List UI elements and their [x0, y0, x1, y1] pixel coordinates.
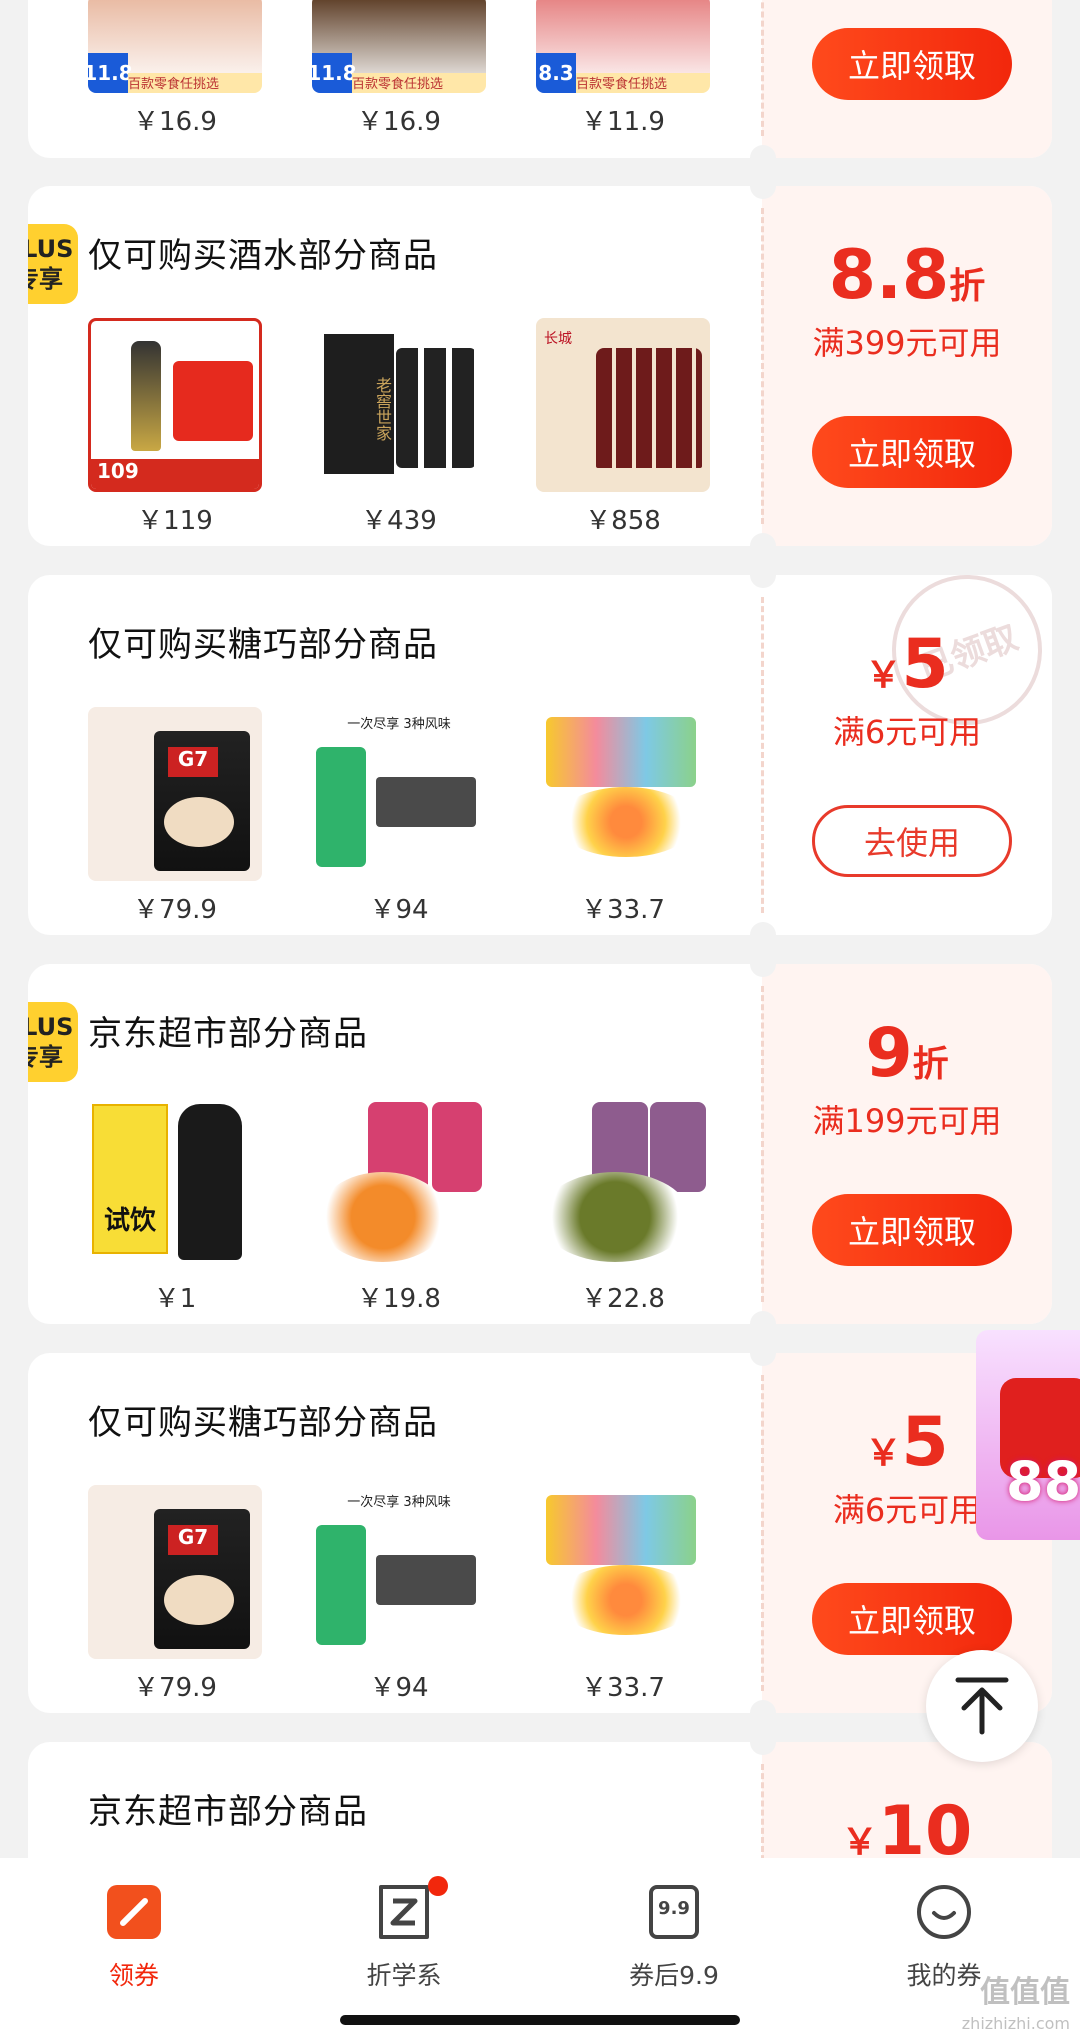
product-price: ￥22.8	[581, 1284, 665, 1314]
coupon-condition: 满399元可用	[812, 324, 1002, 362]
use-button[interactable]: 去使用	[812, 805, 1012, 877]
plus-badge: PLUS专享	[28, 1002, 78, 1082]
z-icon	[374, 1876, 448, 1942]
product-list: G7 ￥79.9 一次尽享 3种风味 ￥94 ￥33.7	[88, 707, 710, 926]
product-image: 长城	[536, 318, 710, 492]
product-item[interactable]: G7 ￥79.9	[88, 707, 262, 926]
product-price: ￥33.7	[581, 895, 665, 925]
product-price: ￥439	[361, 506, 437, 536]
coupon-condition: 满199元可用	[812, 1102, 1002, 1140]
watermark-url: zhizhizhi.com	[961, 2014, 1070, 2033]
smile-icon	[914, 1882, 974, 1942]
product-item[interactable]: 109 ￥119	[88, 318, 262, 537]
coupon-title: 京东超市部分商品	[88, 1792, 368, 1832]
coupon-card: 仅可购买糖巧部分商品 G7 ￥79.9 一次尽享 3种风味 ￥94 ￥33.7	[28, 1353, 1052, 1713]
product-price: ￥119	[137, 506, 213, 536]
product-image	[536, 1485, 710, 1659]
home-indicator[interactable]	[340, 2015, 740, 2025]
product-price: ￥11.9	[581, 107, 665, 137]
ticket-icon: 9.9	[644, 1882, 704, 1942]
product-item[interactable]: 11.8 百款零食任挑选 ￥16.9	[312, 0, 486, 138]
product-price: ￥94	[369, 1673, 429, 1703]
product-item[interactable]: ￥33.7	[536, 1485, 710, 1704]
claim-button[interactable]: 立即领取	[812, 1583, 1012, 1655]
product-price: ￥94	[369, 895, 429, 925]
coupon-icon	[104, 1882, 164, 1942]
coupon-title: 京东超市部分商品	[88, 1014, 368, 1054]
coupon-condition: 满6元可用	[832, 713, 982, 751]
tab-zhexuexi[interactable]: 折学系	[314, 1876, 494, 1992]
product-item[interactable]: ￥22.8	[536, 1096, 710, 1315]
product-price: ￥79.9	[133, 1673, 217, 1703]
discount-amount: 9折	[865, 1014, 949, 1093]
notification-dot	[428, 1876, 448, 1896]
product-image: 试饮	[88, 1096, 262, 1270]
back-to-top-button[interactable]	[926, 1650, 1038, 1762]
claim-button[interactable]: 立即领取	[812, 1194, 1012, 1266]
product-list: 11.8 百款零食任挑选 ￥16.9 11.8 百款零食任挑选 ￥16.9 8.…	[88, 0, 710, 138]
product-price: ￥16.9	[133, 107, 217, 137]
product-item[interactable]: 老窖世家 ￥439	[312, 318, 486, 537]
product-list: 109 ￥119 老窖世家 ￥439 长城 ￥858	[88, 318, 710, 537]
tab-after-coupon-99[interactable]: 9.9 券后9.9	[584, 1882, 764, 1992]
product-image	[536, 707, 710, 881]
coupon-title: 仅可购买糖巧部分商品	[88, 625, 438, 665]
coupon-card: 11.8 百款零食任挑选 ￥16.9 11.8 百款零食任挑选 ￥16.9 8.…	[28, 0, 1052, 158]
product-item[interactable]: ￥19.8	[312, 1096, 486, 1315]
bottom-tab-bar: 领券 折学系 9.9 券后9.9 我的券 值值值 zhizhizhi.com	[0, 1858, 1080, 2041]
arrow-up-icon	[955, 1677, 1009, 1735]
product-price: ￥16.9	[357, 107, 441, 137]
claim-button[interactable]: 立即领取	[812, 416, 1012, 488]
product-price: ￥19.8	[357, 1284, 441, 1314]
product-item[interactable]: G7 ￥79.9	[88, 1485, 262, 1704]
tab-coupons[interactable]: 领券	[44, 1882, 224, 1992]
floating-promo-ad[interactable]: 88	[976, 1330, 1080, 1540]
product-price: ￥858	[585, 506, 661, 536]
watermark: 值值值	[980, 1975, 1070, 2010]
product-item[interactable]: 一次尽享 3种风味 ￥94	[312, 1485, 486, 1704]
product-image: 老窖世家	[312, 318, 486, 492]
claim-button[interactable]: 立即领取	[812, 28, 1012, 100]
product-image	[536, 1096, 710, 1270]
discount-amount: ￥5	[865, 625, 949, 704]
product-price: ￥79.9	[133, 895, 217, 925]
discount-amount: 8.8折	[828, 236, 986, 315]
coupon-card: 仅可购买酒水部分商品 109 ￥119 老窖世家 ￥439 长城 ￥858 PL…	[28, 186, 1052, 546]
plus-badge: PLUS专享	[28, 224, 78, 304]
product-list: G7 ￥79.9 一次尽享 3种风味 ￥94 ￥33.7	[88, 1485, 710, 1704]
product-image: G7	[88, 707, 262, 881]
product-item[interactable]: 8.3 百款零食任挑选 ￥11.9	[536, 0, 710, 138]
product-image	[312, 1096, 486, 1270]
coupon-title: 仅可购买糖巧部分商品	[88, 1403, 438, 1443]
product-image: 8.3 百款零食任挑选	[536, 0, 710, 93]
product-image: 109	[88, 318, 262, 492]
coupon-card: 京东超市部分商品 试饮 ￥1 ￥19.8 ￥22.8 LUS 享 9折 满199…	[28, 964, 1052, 1324]
product-item[interactable]: 一次尽享 3种风味 ￥94	[312, 707, 486, 926]
product-item[interactable]: 长城 ￥858	[536, 318, 710, 537]
product-image: 11.8 百款零食任挑选	[88, 0, 262, 93]
product-image: G7	[88, 1485, 262, 1659]
product-price: ￥1	[153, 1284, 197, 1314]
product-item[interactable]: 11.8 百款零食任挑选 ￥16.9	[88, 0, 262, 138]
product-item[interactable]: 试饮 ￥1	[88, 1096, 262, 1315]
product-price: ￥33.7	[581, 1673, 665, 1703]
product-image: 一次尽享 3种风味	[312, 1485, 486, 1659]
coupon-card: 已领取 仅可购买糖巧部分商品 G7 ￥79.9 一次尽享 3种风味 ￥94 ￥3	[28, 575, 1052, 935]
product-image: 11.8 百款零食任挑选	[312, 0, 486, 93]
product-image: 一次尽享 3种风味	[312, 707, 486, 881]
product-list: 试饮 ￥1 ￥19.8 ￥22.8	[88, 1096, 710, 1315]
coupon-title: 仅可购买酒水部分商品	[88, 236, 438, 276]
product-item[interactable]: ￥33.7	[536, 707, 710, 926]
